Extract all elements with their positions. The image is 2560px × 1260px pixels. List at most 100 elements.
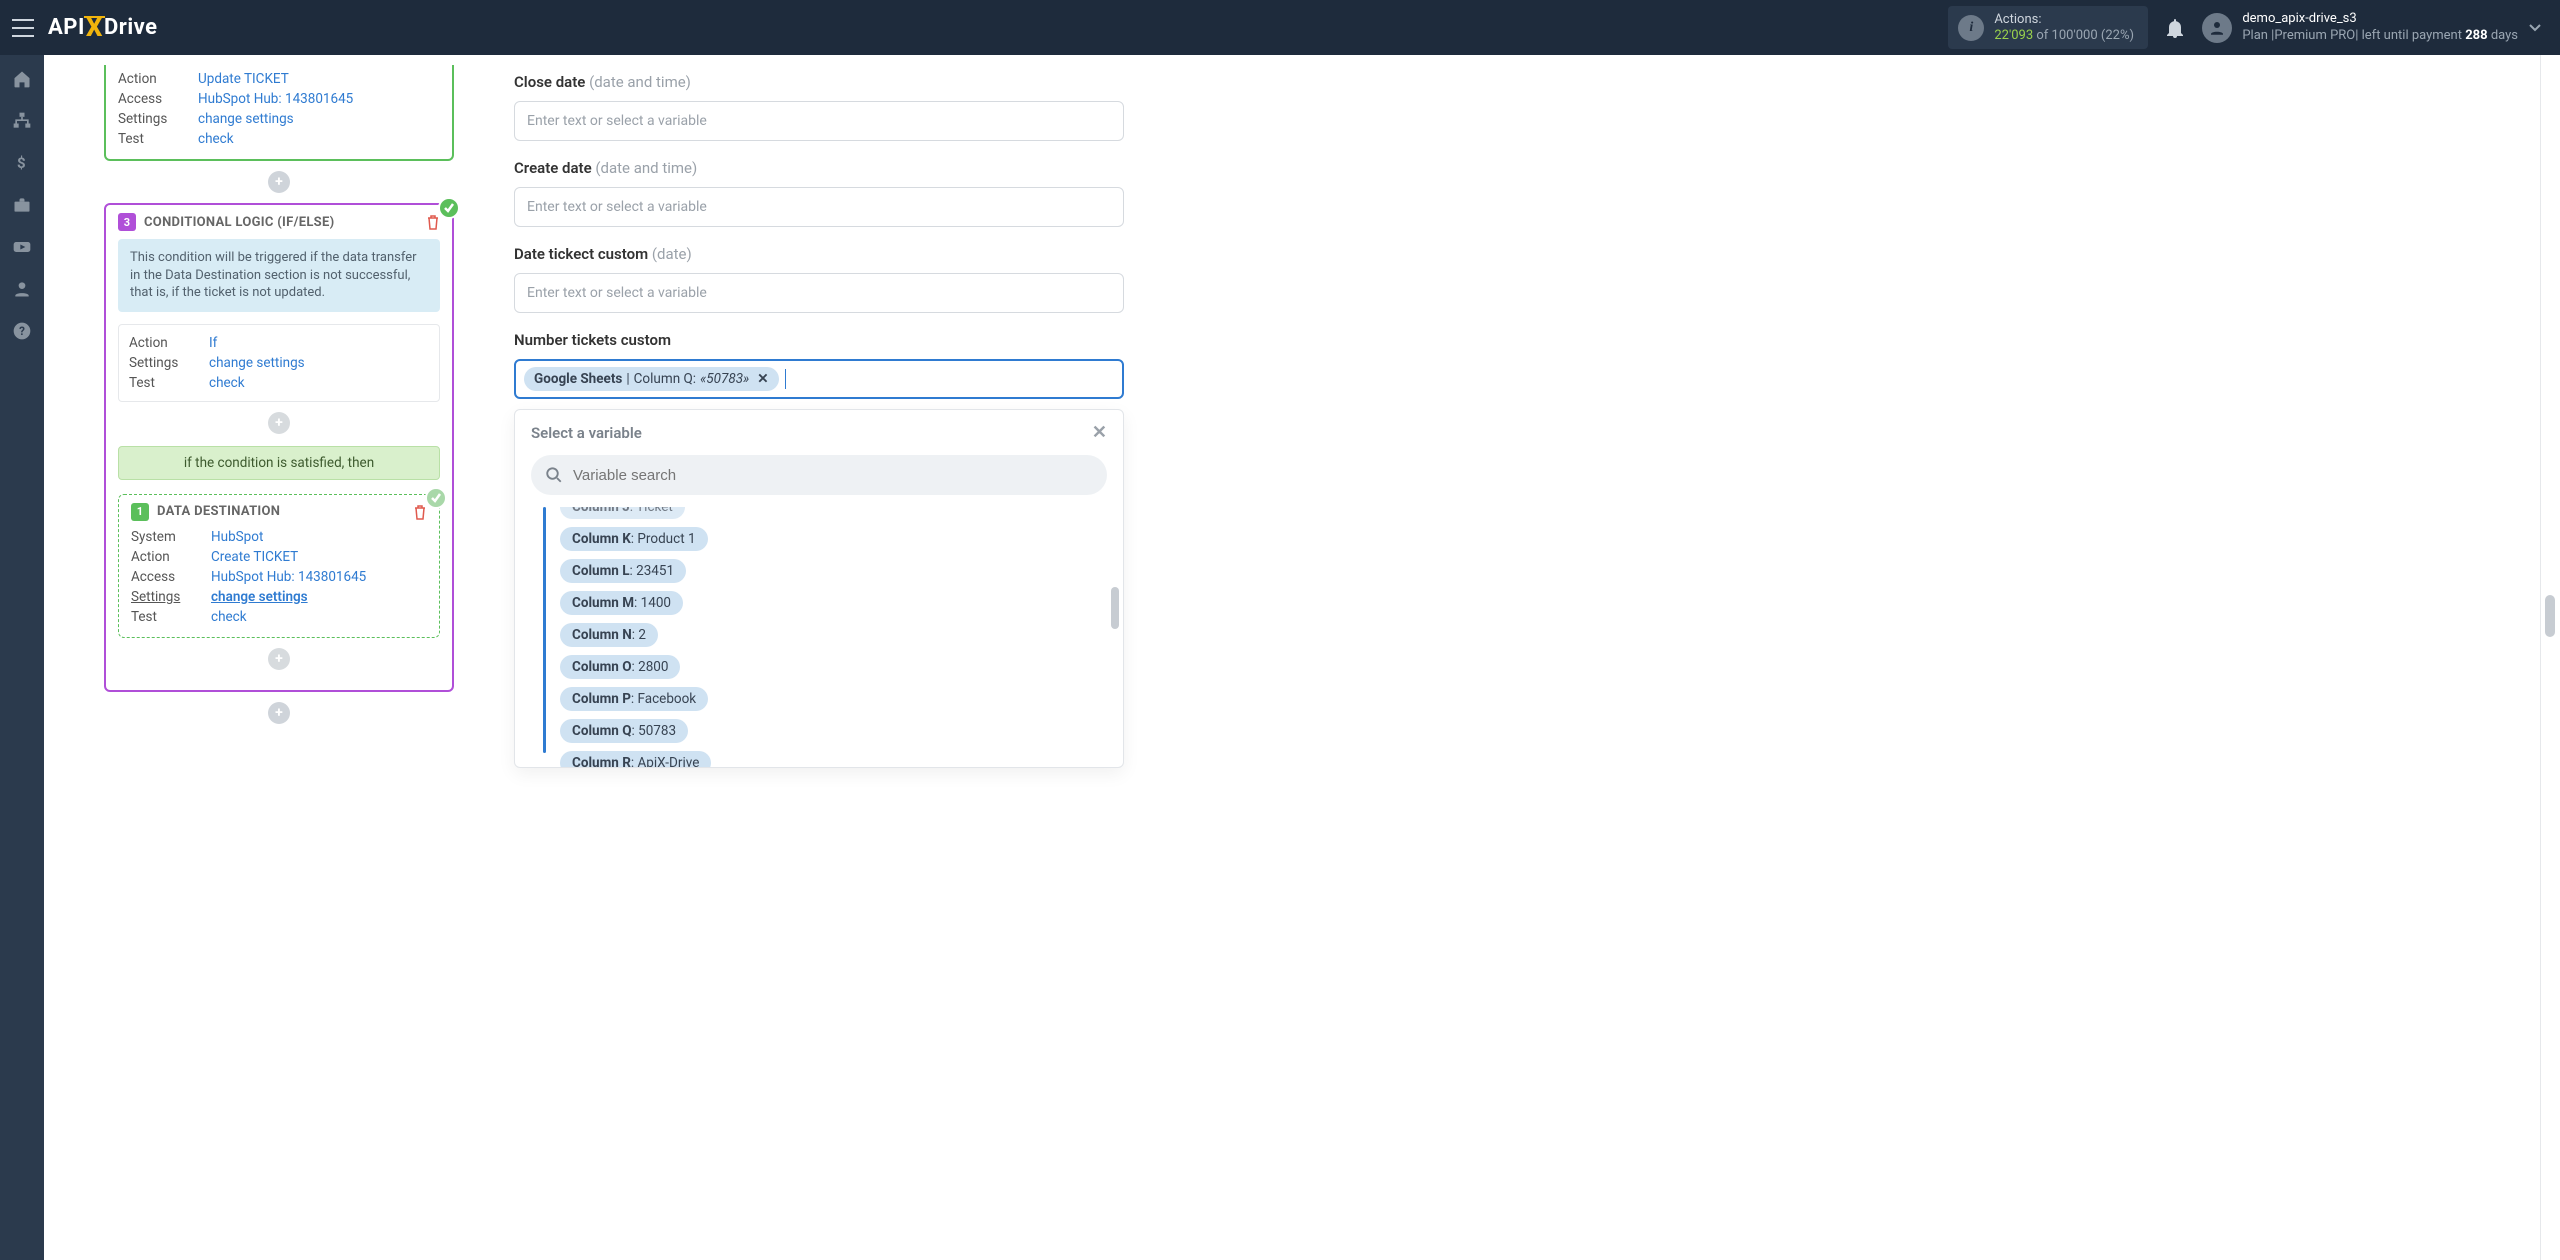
delete-step-icon[interactable]: [426, 214, 440, 230]
col-val: : Ticket: [630, 507, 673, 515]
close-date-input[interactable]: Enter text or select a variable: [514, 101, 1124, 141]
field-label: Number tickets custom: [514, 331, 671, 349]
variable-option[interactable]: Column N: 2: [560, 623, 658, 647]
row-key: Test: [131, 609, 201, 625]
notifications-icon[interactable]: [2166, 18, 2184, 38]
help-icon[interactable]: ?: [12, 321, 32, 341]
row-key: Action: [129, 335, 199, 351]
variable-option[interactable]: Column M: 1400: [560, 591, 683, 615]
add-branch-button[interactable]: +: [268, 412, 290, 434]
date-ticket-custom-input[interactable]: Enter text or select a variable: [514, 273, 1124, 313]
status-check-icon: [425, 487, 447, 509]
add-step-button[interactable]: +: [268, 171, 290, 193]
variable-option[interactable]: Column R: ApiX-Drive: [560, 751, 711, 767]
col-val: : 1400: [634, 595, 671, 611]
user-icon[interactable]: [12, 279, 32, 299]
actions-usage[interactable]: i Actions: 22'093 of 100'000 (22%): [1948, 6, 2148, 49]
chip-value: «50783»: [700, 371, 749, 387]
briefcase-icon[interactable]: [12, 195, 32, 215]
condition-satisfied-bar: if the condition is satisfied, then: [118, 446, 440, 480]
row-value-link[interactable]: check: [209, 375, 245, 391]
variable-option[interactable]: Column L: 23451: [560, 559, 686, 583]
variable-option[interactable]: Column K: Product 1: [560, 527, 708, 551]
logo[interactable]: API X Drive: [48, 13, 158, 43]
col-name: Column M: [572, 595, 634, 611]
field-number-tickets-custom: Number tickets custom Google Sheets | Co…: [514, 331, 1124, 399]
placeholder-text: Enter text or select a variable: [527, 285, 707, 301]
col-name: Column Q: [572, 723, 632, 739]
row-value-link[interactable]: Update TICKET: [198, 71, 289, 87]
row-key: Settings: [129, 355, 199, 371]
plan-text: Plan |Premium PRO| left until payment: [2242, 28, 2465, 43]
row-value-link[interactable]: If: [209, 335, 217, 351]
field-label: Close date: [514, 73, 585, 91]
variable-search[interactable]: [531, 455, 1107, 495]
dollar-icon[interactable]: $: [12, 153, 32, 173]
variable-option[interactable]: Column Q: 50783: [560, 719, 688, 743]
row-key: Access: [118, 91, 188, 107]
close-dropdown-icon[interactable]: ✕: [1092, 422, 1107, 443]
add-nested-step-button[interactable]: +: [268, 648, 290, 670]
col-val: : 2800: [632, 659, 669, 675]
dropdown-scrollbar[interactable]: [1111, 587, 1119, 629]
row-value-link[interactable]: HubSpot: [211, 529, 263, 545]
remove-chip-icon[interactable]: ✕: [757, 371, 768, 387]
add-step-button[interactable]: +: [268, 702, 290, 724]
info-icon: i: [1958, 15, 1984, 41]
user-menu[interactable]: demo_apix-drive_s3 Plan |Premium PRO| le…: [2202, 11, 2548, 44]
number-tickets-input[interactable]: Google Sheets | Column Q: «50783» ✕: [514, 359, 1124, 399]
row-value-link[interactable]: change settings: [198, 111, 294, 127]
row-value-link[interactable]: change settings: [211, 589, 308, 605]
plan-days: 288: [2465, 28, 2487, 43]
variable-list: Column J: Ticket Column K: Product 1 Col…: [560, 507, 711, 753]
placeholder-text: Enter text or select a variable: [527, 113, 707, 129]
avatar-icon: [2202, 13, 2232, 43]
user-name: demo_apix-drive_s3: [2242, 11, 2518, 27]
variable-chip[interactable]: Google Sheets | Column Q: «50783» ✕: [524, 367, 779, 391]
variable-option[interactable]: Column J: Ticket: [560, 507, 685, 519]
create-date-input[interactable]: Enter text or select a variable: [514, 187, 1124, 227]
youtube-icon[interactable]: [12, 237, 32, 257]
side-rail: $ ?: [0, 55, 44, 1260]
delete-step-icon[interactable]: [413, 504, 427, 520]
variable-option[interactable]: Column P: Facebook: [560, 687, 708, 711]
col-name: Column O: [572, 659, 632, 675]
row-value-link[interactable]: check: [198, 131, 234, 147]
row-key: Action: [131, 549, 201, 565]
condition-note: This condition will be triggered if the …: [118, 239, 440, 312]
text-caret: [785, 369, 786, 389]
col-val: : 2: [632, 627, 646, 643]
field-label: Date tickect custom: [514, 245, 648, 263]
field-close-date: Close date (date and time) Enter text or…: [514, 73, 1124, 141]
actions-pct: (22%): [2101, 28, 2134, 43]
col-val: : Product 1: [631, 531, 696, 547]
row-value-link[interactable]: HubSpot Hub: 143801645: [211, 569, 366, 585]
col-val: : 23451: [630, 563, 675, 579]
row-value-link[interactable]: change settings: [209, 355, 305, 371]
field-hint: (date): [652, 245, 692, 263]
step-card-update: Action Update TICKET Access HubSpot Hub: 1…: [104, 65, 454, 161]
col-name: Column L: [572, 563, 630, 579]
menu-toggle[interactable]: [12, 19, 34, 37]
page-scrollbar-thumb[interactable]: [2545, 595, 2555, 637]
row-key: System: [131, 529, 201, 545]
svg-text:$: $: [17, 154, 26, 172]
logo-text-api: API: [48, 15, 85, 40]
placeholder-text: Enter text or select a variable: [527, 199, 707, 215]
svg-text:?: ?: [19, 324, 25, 338]
row-key: Test: [118, 131, 188, 147]
row-key: Access: [131, 569, 201, 585]
row-key: Action: [118, 71, 188, 87]
variable-option[interactable]: Column O: 2800: [560, 655, 680, 679]
page-scrollbar-track[interactable]: [2540, 55, 2560, 1260]
row-value-link[interactable]: Create TICKET: [211, 549, 298, 565]
col-name: Column K: [572, 531, 631, 547]
row-value-link[interactable]: HubSpot Hub: 143801645: [198, 91, 353, 107]
row-value-link[interactable]: check: [211, 609, 247, 625]
col-val: : ApiX-Drive: [631, 755, 700, 767]
sitemap-icon[interactable]: [12, 111, 32, 131]
variable-search-input[interactable]: [573, 467, 1093, 484]
home-icon[interactable]: [12, 69, 32, 89]
search-icon: [545, 466, 563, 484]
row-key: Settings: [131, 589, 201, 605]
